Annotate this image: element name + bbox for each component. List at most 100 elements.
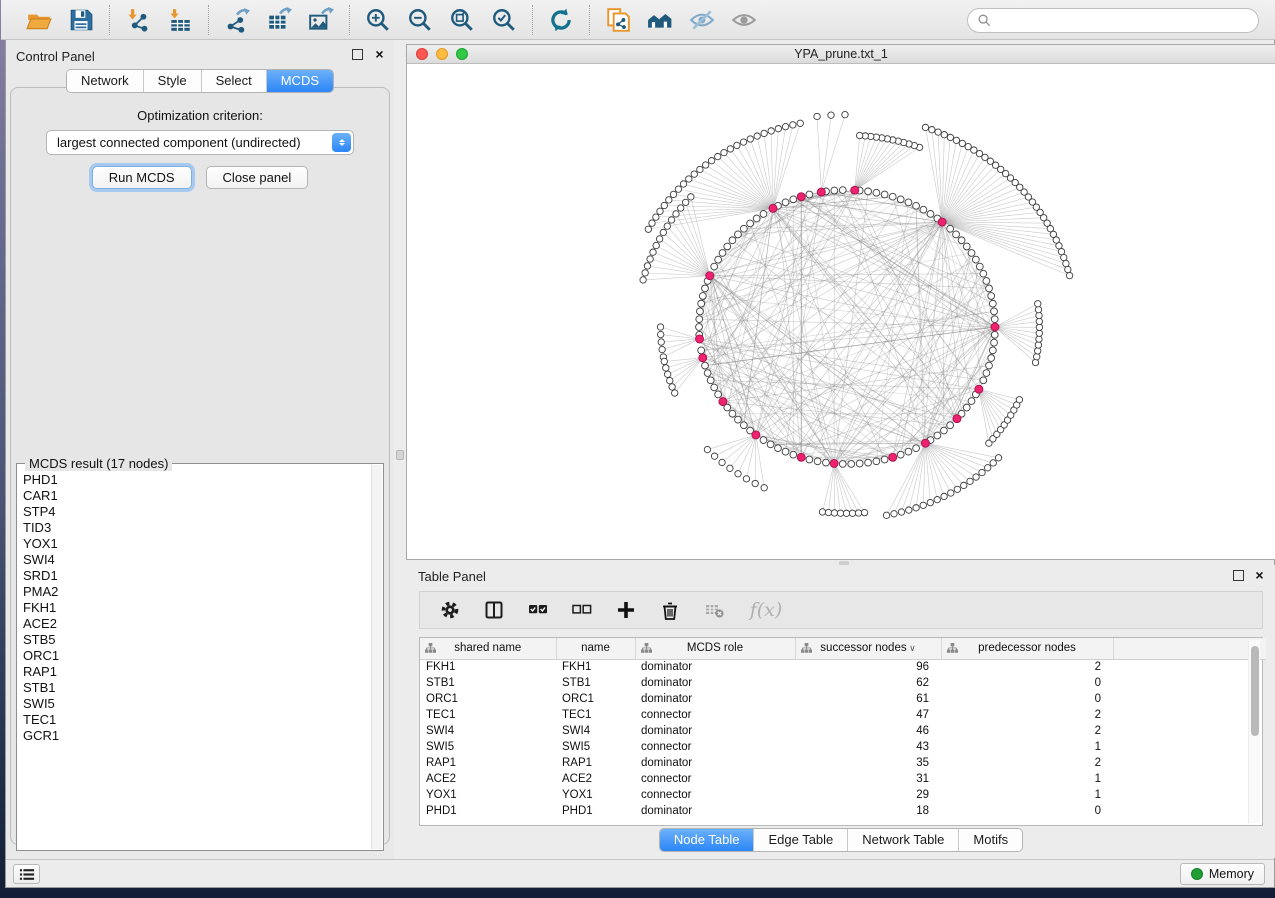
export-network-button[interactable] (216, 5, 258, 35)
leaf-node[interactable] (1036, 336, 1042, 342)
mcds-result-item[interactable]: STB1 (23, 680, 371, 696)
mcds-hub-node[interactable] (817, 188, 825, 196)
panel-splitter[interactable] (394, 40, 406, 859)
ring-node[interactable] (947, 422, 954, 429)
ring-node[interactable] (873, 189, 880, 196)
table-cell[interactable]: PHD1 (556, 803, 635, 819)
mcds-hub-node[interactable] (975, 385, 983, 393)
leaf-node[interactable] (657, 324, 663, 330)
table-cell[interactable]: 47 (795, 707, 941, 723)
leaf-node[interactable] (947, 134, 953, 140)
ring-node[interactable] (947, 225, 954, 232)
network-canvas[interactable] (407, 64, 1275, 559)
columns-button[interactable] (482, 598, 506, 622)
leaf-node[interactable] (979, 469, 985, 475)
leaf-node[interactable] (664, 371, 670, 377)
zoom-out-button[interactable] (399, 5, 441, 35)
leaf-node[interactable] (668, 217, 674, 223)
mcds-result-item[interactable]: SWI5 (23, 696, 371, 712)
table-row[interactable]: ORC1ORC1dominator610 (420, 691, 1266, 707)
table-row[interactable]: ACE2ACE2connector311 (420, 771, 1266, 787)
leaf-node[interactable] (775, 125, 781, 131)
leaf-node[interactable] (922, 124, 928, 130)
table-cell[interactable]: SWI4 (420, 723, 556, 739)
leaf-node[interactable] (682, 199, 688, 205)
mcds-result-item[interactable]: TEC1 (23, 712, 371, 728)
leaf-node[interactable] (984, 465, 990, 471)
leaf-node[interactable] (929, 126, 935, 132)
ring-node[interactable] (941, 427, 948, 434)
leaf-node[interactable] (927, 499, 933, 505)
ring-node[interactable] (702, 362, 709, 369)
leaf-node[interactable] (673, 211, 679, 217)
ring-node[interactable] (986, 285, 993, 292)
ring-node[interactable] (897, 196, 904, 203)
leaf-node[interactable] (653, 214, 659, 220)
leaf-node[interactable] (697, 166, 703, 172)
ring-node[interactable] (905, 448, 912, 455)
mcds-result-item[interactable]: GCR1 (23, 728, 371, 744)
ring-node[interactable] (856, 460, 863, 467)
leaf-node[interactable] (661, 358, 667, 364)
table-scrollbar[interactable] (1248, 640, 1260, 823)
ring-node[interactable] (747, 220, 754, 227)
ring-node[interactable] (696, 316, 703, 323)
leaf-node[interactable] (1016, 397, 1022, 403)
mcds-hub-node[interactable] (991, 323, 999, 331)
ring-node[interactable] (702, 285, 709, 292)
ring-node[interactable] (988, 355, 995, 362)
leaf-node[interactable] (891, 511, 897, 517)
leaf-node[interactable] (971, 147, 977, 153)
mcds-result-item[interactable]: SWI4 (23, 552, 371, 568)
leaf-node[interactable] (645, 226, 651, 232)
mcds-result-item[interactable]: PHD1 (23, 472, 371, 488)
leaf-node[interactable] (934, 496, 940, 502)
leaf-node[interactable] (711, 453, 717, 459)
leaf-node[interactable] (825, 509, 831, 515)
leaf-node[interactable] (1066, 272, 1072, 278)
leaf-node[interactable] (743, 476, 749, 482)
hide-selected-button[interactable] (681, 5, 723, 35)
mcds-result-item[interactable]: TID3 (23, 520, 371, 536)
ring-node[interactable] (806, 191, 813, 198)
ring-node[interactable] (697, 308, 704, 315)
leaf-node[interactable] (657, 208, 663, 214)
table-cell[interactable]: 35 (795, 755, 941, 771)
leaf-node[interactable] (649, 220, 655, 226)
leaf-node[interactable] (747, 136, 753, 142)
table-row[interactable]: FKH1FKH1dominator962 (420, 659, 1266, 675)
show-all-button[interactable] (723, 5, 765, 35)
ring-node[interactable] (698, 347, 705, 354)
leaf-node[interactable] (797, 120, 803, 126)
leaf-node[interactable] (680, 181, 686, 187)
leaf-node[interactable] (920, 502, 926, 508)
tab-mcds[interactable]: MCDS (266, 70, 333, 92)
criterion-select[interactable]: largest connected component (undirected) (46, 130, 354, 155)
tab-node-table[interactable]: Node Table (660, 829, 754, 851)
leaf-node[interactable] (670, 191, 676, 197)
leaf-node[interactable] (644, 263, 650, 269)
leaf-node[interactable] (913, 505, 919, 511)
leaf-node[interactable] (831, 510, 837, 516)
mcds-hub-node[interactable] (921, 439, 929, 447)
network-titlebar[interactable]: YPA_prune.txt_1 (407, 45, 1275, 64)
mcds-result-item[interactable]: YOX1 (23, 536, 371, 552)
deselect-all-button[interactable] (570, 598, 594, 622)
table-cell[interactable]: 43 (795, 739, 941, 755)
tab-select[interactable]: Select (201, 70, 266, 92)
ring-node[interactable] (983, 370, 990, 377)
mcds-result-item[interactable]: STP4 (23, 504, 371, 520)
leaf-node[interactable] (669, 384, 675, 390)
save-session-button[interactable] (60, 5, 102, 35)
mcds-hub-node[interactable] (830, 459, 838, 467)
table-cell[interactable]: SWI5 (556, 739, 635, 755)
leaf-node[interactable] (898, 509, 904, 515)
mcds-result-item[interactable]: CAR1 (23, 488, 371, 504)
table-cell[interactable]: connector (635, 771, 795, 787)
leaf-node[interactable] (686, 176, 692, 182)
table-cell[interactable]: SWI4 (556, 723, 635, 739)
leaf-node[interactable] (704, 446, 710, 452)
ring-node[interactable] (831, 187, 838, 194)
ring-node[interactable] (980, 377, 987, 384)
leaf-node[interactable] (1035, 342, 1041, 348)
